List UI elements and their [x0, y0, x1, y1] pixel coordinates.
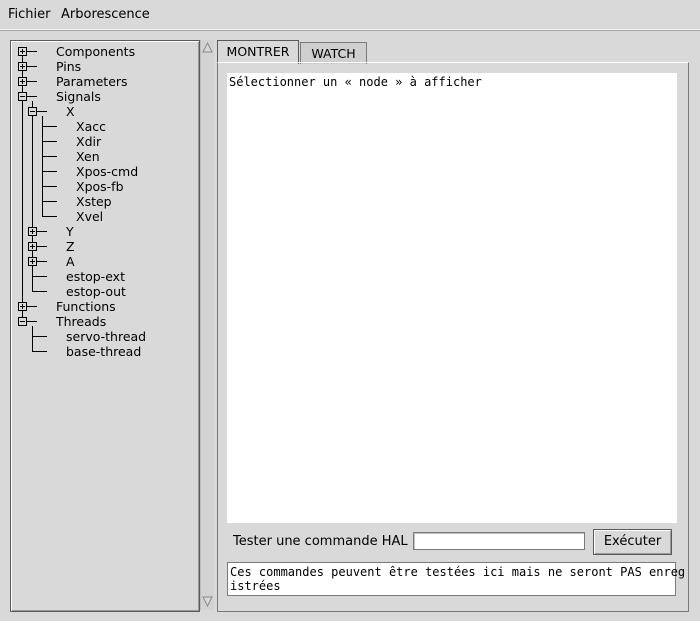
tree-scrollbar[interactable] — [200, 40, 214, 610]
collapse-icon[interactable] — [18, 92, 27, 101]
tree-item-a[interactable]: A — [66, 254, 75, 269]
collapse-icon[interactable] — [18, 317, 27, 326]
scroll-down-icon[interactable] — [202, 596, 213, 607]
expand-icon[interactable] — [28, 257, 37, 266]
tree-item-xdir[interactable]: Xdir — [76, 134, 101, 149]
tree-item-servo-thread[interactable]: servo-thread — [66, 329, 146, 344]
tree-item-xvel[interactable]: Xvel — [76, 209, 103, 224]
tree-view[interactable]: Components Pins Parameters Signals X Xac… — [10, 40, 200, 612]
expand-icon[interactable] — [18, 62, 27, 71]
collapse-icon[interactable] — [28, 107, 37, 116]
node-prompt: Sélectionner un « node » à afficher — [229, 75, 482, 89]
scroll-up-icon[interactable] — [202, 42, 213, 53]
tree-item-parameters[interactable]: Parameters — [56, 74, 128, 89]
tree-item-y[interactable]: Y — [66, 224, 74, 239]
menu-arborescence[interactable]: Arborescence — [61, 7, 150, 22]
hal-command-input[interactable] — [413, 532, 585, 550]
expand-icon[interactable] — [28, 227, 37, 236]
expand-icon[interactable] — [18, 77, 27, 86]
expand-icon[interactable] — [28, 242, 37, 251]
tree-item-xen[interactable]: Xen — [76, 149, 100, 164]
tree-item-functions[interactable]: Functions — [56, 299, 116, 314]
hal-output-area[interactable]: Ces commandes peuvent être testées ici m… — [227, 562, 686, 596]
menubar: Fichier Arborescence — [0, 0, 700, 31]
tree-line — [32, 326, 33, 351]
tree-item-pins[interactable]: Pins — [56, 59, 81, 74]
tab-montrer[interactable]: MONTRER — [217, 40, 299, 64]
tree-item-base-thread[interactable]: base-thread — [66, 344, 141, 359]
tree-item-x[interactable]: X — [66, 104, 75, 119]
menu-fichier[interactable]: Fichier — [8, 7, 51, 22]
tree-item-xpos-cmd[interactable]: Xpos-cmd — [76, 164, 138, 179]
tree-item-xpos-fb[interactable]: Xpos-fb — [76, 179, 124, 194]
tab-watch[interactable]: WATCH — [300, 42, 367, 64]
expand-icon[interactable] — [18, 47, 27, 56]
hal-output-line: Ces commandes peuvent être testées ici m… — [230, 565, 686, 579]
expand-icon[interactable] — [18, 302, 27, 311]
tree-item-estop-ext[interactable]: estop-ext — [66, 269, 125, 284]
tree-item-signals[interactable]: Signals — [56, 89, 101, 104]
tree-line — [22, 48, 23, 322]
hal-command-label: Tester une commande HAL : — [233, 534, 417, 549]
tree-item-xacc[interactable]: Xacc — [76, 119, 106, 134]
hal-output-line: istrées — [230, 579, 281, 593]
tree-item-z[interactable]: Z — [66, 239, 75, 254]
tree-item-xstep[interactable]: Xstep — [76, 194, 112, 209]
tree-item-estop-out[interactable]: estop-out — [66, 284, 126, 299]
node-display-area[interactable]: Sélectionner un « node » à afficher — [227, 73, 677, 523]
execute-button[interactable]: Exécuter — [593, 529, 672, 555]
tree-item-threads[interactable]: Threads — [56, 314, 106, 329]
tree-item-components[interactable]: Components — [56, 44, 135, 59]
